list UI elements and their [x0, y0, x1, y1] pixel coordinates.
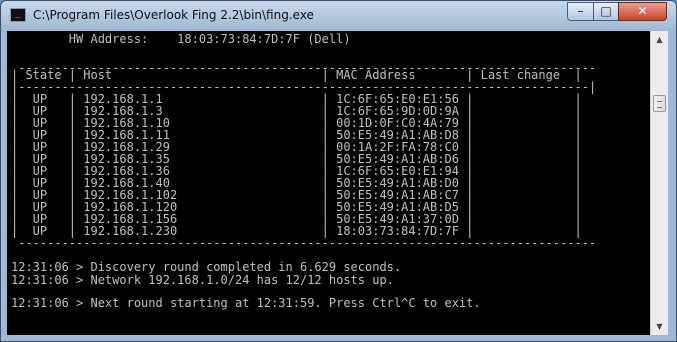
title-bar[interactable]: _ C:\Program Files\Overlook Fing 2.2\bin…: [1, 1, 676, 31]
hw-address-line: HW Address: 18:03:73:84:7D:7F (Dell): [11, 32, 351, 46]
scroll-down-arrow-icon[interactable]: ▼: [651, 318, 668, 335]
table-bottom-border: ----------------------------------------…: [11, 236, 604, 250]
log-message: 12:31:06 > Network 192.168.1.0/24 has 12…: [11, 273, 394, 287]
log-message: 12:31:06 > Next round starting at 12:31:…: [11, 296, 481, 310]
scrollbar-thumb[interactable]: [653, 95, 666, 112]
console-window: _ C:\Program Files\Overlook Fing 2.2\bin…: [0, 0, 677, 342]
log-message: 12:31:06 > Discovery round completed in …: [11, 260, 402, 274]
console-output[interactable]: HW Address: 18:03:73:84:7D:7F (Dell) ---…: [7, 31, 650, 335]
console-icon[interactable]: _: [10, 8, 26, 22]
scroll-up-arrow-icon[interactable]: ▲: [651, 31, 668, 48]
vertical-scrollbar[interactable]: ▲ ▼: [650, 31, 668, 335]
close-button[interactable]: ✕: [618, 2, 667, 21]
maximize-button[interactable]: □: [593, 2, 619, 21]
minimize-button[interactable]: –: [567, 2, 594, 21]
window-title: C:\Program Files\Overlook Fing 2.2\bin\f…: [33, 8, 314, 22]
